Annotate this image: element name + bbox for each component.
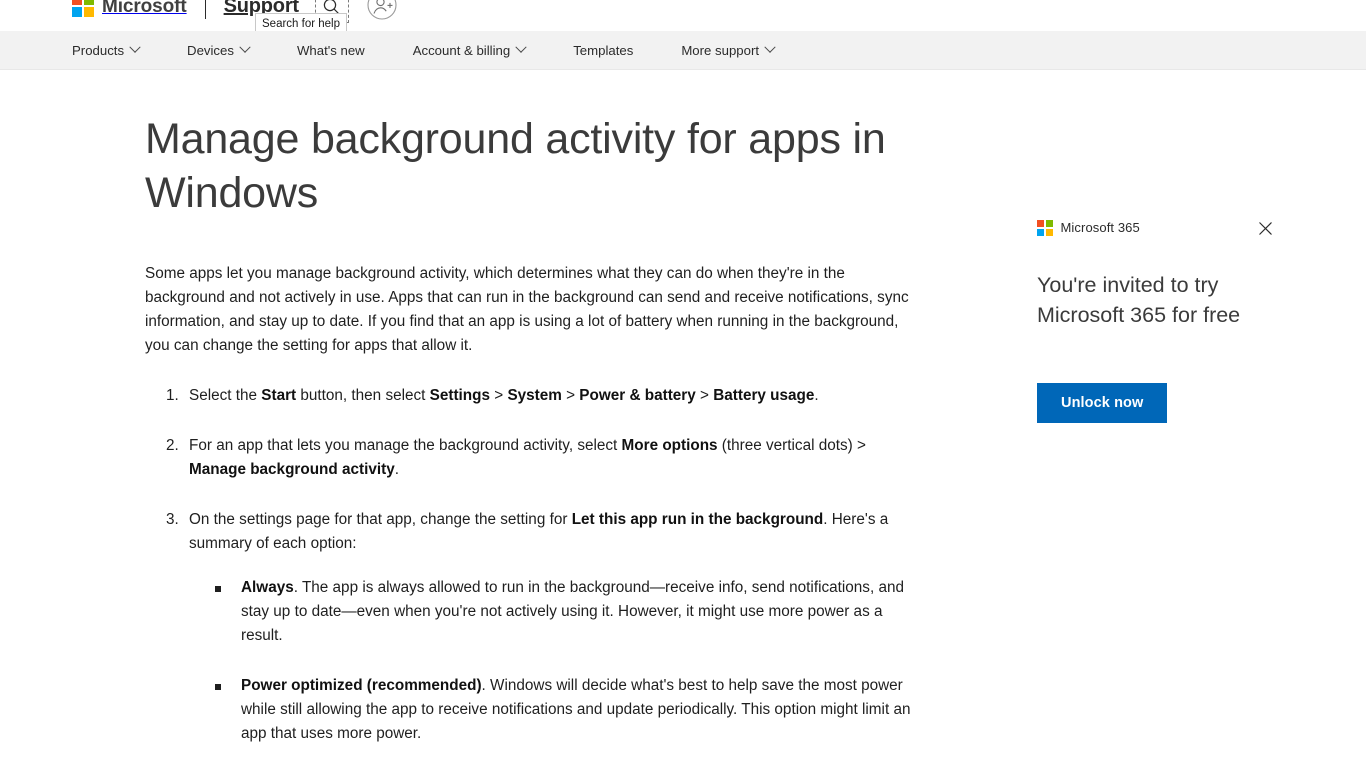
emphasis-text: Settings xyxy=(429,387,490,405)
nav-item-label: Templates xyxy=(573,42,634,58)
nav-item-more-support[interactable]: More support xyxy=(681,41,776,58)
microsoft-wordmark: Microsoft xyxy=(102,0,187,17)
chevron-down-icon xyxy=(764,41,776,53)
nav-item-account-billing[interactable]: Account & billing xyxy=(412,41,527,58)
list-item: Select the Start button, then select Set… xyxy=(183,384,925,408)
page-title: Manage background activity for apps in W… xyxy=(145,115,886,218)
microsoft-365-promo-panel: Microsoft 365 You're invited to try Micr… xyxy=(1037,220,1277,423)
promo-brand-label: Microsoft 365 xyxy=(1060,220,1140,236)
emphasis-text: Power & battery xyxy=(579,387,696,405)
support-article: Manage background activity for apps in W… xyxy=(145,112,925,768)
nav-item-templates[interactable]: Templates xyxy=(573,43,633,58)
body-text: . The app is always allowed to run in th… xyxy=(241,579,904,645)
emphasis-text: Power optimized (recommended) xyxy=(241,677,482,695)
account-add-person-icon xyxy=(366,0,398,24)
header-divider xyxy=(204,0,206,19)
close-x-icon xyxy=(1258,221,1273,239)
step-text: On the settings page for that app, chang… xyxy=(189,511,888,552)
nav-item-label: More support xyxy=(681,42,760,58)
microsoft-365-logo-icon xyxy=(1037,220,1053,236)
emphasis-text: Let this app run in the background xyxy=(571,511,824,529)
nav-item-label: Account & billing xyxy=(412,42,511,58)
background-activity-options-list: Always. The app is always allowed to run… xyxy=(189,576,925,746)
list-item: On the settings page for that app, chang… xyxy=(183,508,925,746)
emphasis-text: More options xyxy=(621,437,718,455)
emphasis-text: Always xyxy=(241,579,294,597)
nav-item-whats-new[interactable]: What's new xyxy=(297,43,365,58)
unlock-now-button[interactable]: Unlock now xyxy=(1037,383,1168,423)
nav-item-label: Products xyxy=(72,42,125,58)
body-text: (three vertical dots) > xyxy=(717,437,866,455)
list-item: For an app that lets you manage the back… xyxy=(183,434,925,482)
global-header: Microsoft Support Search for help xyxy=(0,0,1366,31)
list-item: Always. The app is always allowed to run… xyxy=(215,576,925,648)
promo-headline: You're invited to try Microsoft 365 for … xyxy=(1037,273,1241,327)
body-text: For an app that lets you manage the back… xyxy=(189,437,622,455)
body-text: . xyxy=(814,387,819,405)
promo-brand: Microsoft 365 xyxy=(1037,220,1140,236)
list-item: Power optimized (recommended). Windows w… xyxy=(215,674,925,746)
emphasis-text: System xyxy=(507,387,562,405)
chevron-down-icon xyxy=(129,41,141,53)
nav-item-devices[interactable]: Devices xyxy=(187,41,251,58)
promo-close-button[interactable] xyxy=(1255,220,1275,240)
body-text: > xyxy=(490,387,508,405)
body-text: . xyxy=(394,461,399,479)
emphasis-text: Battery usage xyxy=(713,387,815,405)
nav-item-label: What's new xyxy=(296,42,365,58)
nav-item-label: Devices xyxy=(187,42,234,58)
chevron-down-icon xyxy=(515,41,527,53)
body-text: > xyxy=(695,387,714,405)
search-tooltip: Search for help xyxy=(255,13,347,31)
emphasis-text: Start xyxy=(261,387,297,405)
article-intro-paragraph: Some apps let you manage background acti… xyxy=(145,265,909,355)
body-text: Select the xyxy=(189,387,262,405)
emphasis-text: Manage background activity xyxy=(189,461,395,479)
page-body: Manage background activity for apps in W… xyxy=(0,70,1366,767)
body-text: button, then select xyxy=(296,387,430,405)
support-navigation-bar: Products Devices What's new Account & bi… xyxy=(0,31,1366,70)
body-text: On the settings page for that app, chang… xyxy=(189,511,572,529)
body-text: > xyxy=(561,387,580,405)
nav-item-products[interactable]: Products xyxy=(72,41,141,58)
promo-header: Microsoft 365 xyxy=(1037,220,1277,244)
account-sign-in-button[interactable] xyxy=(363,0,401,25)
microsoft-logo-icon xyxy=(72,0,94,17)
microsoft-logo-link[interactable]: Microsoft xyxy=(72,0,187,17)
chevron-down-icon xyxy=(239,41,251,53)
instruction-steps-list: Select the Start button, then select Set… xyxy=(145,384,925,746)
